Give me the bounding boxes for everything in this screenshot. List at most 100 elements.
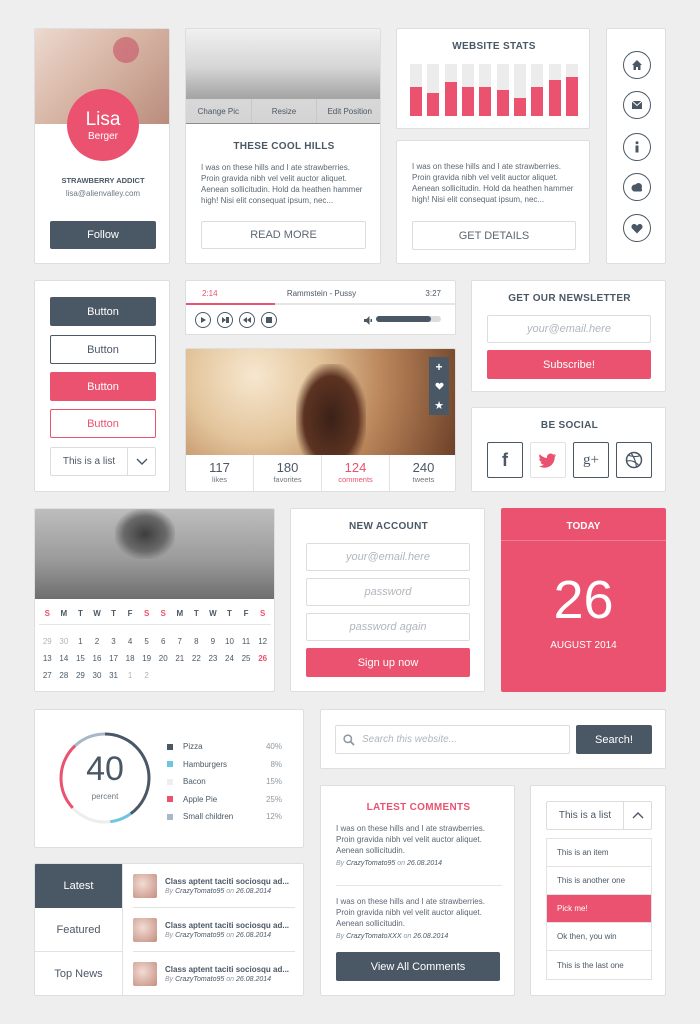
calendar-day[interactable]: 14 bbox=[56, 650, 73, 667]
stop-icon[interactable] bbox=[261, 312, 277, 328]
post-item[interactable]: Class aptent taciti sociosqu ad... By Cr… bbox=[133, 952, 295, 995]
view-all-comments-button[interactable]: View All Comments bbox=[336, 952, 500, 981]
post-author[interactable]: CrazyTomato95 bbox=[175, 888, 224, 895]
chevron-up-icon[interactable] bbox=[624, 802, 651, 829]
button-outline-pink[interactable]: Button bbox=[50, 409, 156, 438]
account-password-again-input[interactable]: password again bbox=[306, 613, 470, 641]
newsletter-email-input[interactable]: your@email.here bbox=[487, 315, 651, 343]
calendar-day[interactable]: 7 bbox=[172, 633, 189, 650]
comment-author[interactable]: CrazyTomatoXXX bbox=[346, 933, 401, 940]
calendar-day[interactable]: 4 bbox=[122, 633, 139, 650]
twitter-icon[interactable] bbox=[530, 442, 566, 478]
calendar-day[interactable]: 2 bbox=[138, 667, 155, 684]
volume-icon[interactable] bbox=[363, 314, 373, 326]
calendar-day[interactable]: 1 bbox=[122, 667, 139, 684]
calendar-day[interactable]: 10 bbox=[221, 633, 238, 650]
post-title[interactable]: Class aptent taciti sociosqu ad... bbox=[165, 877, 289, 886]
dropdown-item[interactable]: This is the last one bbox=[547, 951, 651, 979]
calendar-day[interactable]: 19 bbox=[138, 650, 155, 667]
forward-icon[interactable] bbox=[217, 312, 233, 328]
favorites-stat[interactable]: 180 favorites bbox=[254, 455, 322, 491]
calendar-day[interactable]: 26 bbox=[254, 650, 271, 667]
search-input[interactable]: Search this website... bbox=[335, 725, 570, 754]
dropdown-item[interactable]: Ok then, you win bbox=[547, 923, 651, 951]
comment-author[interactable]: CrazyTomato95 bbox=[346, 860, 395, 867]
post-title[interactable]: Class aptent taciti sociosqu ad... bbox=[165, 965, 289, 974]
post-author[interactable]: CrazyTomato95 bbox=[175, 932, 224, 939]
calendar-day[interactable]: 1 bbox=[72, 633, 89, 650]
facebook-icon[interactable]: f bbox=[487, 442, 523, 478]
calendar-day[interactable]: 11 bbox=[238, 633, 255, 650]
resize-tab[interactable]: Resize bbox=[252, 99, 318, 123]
calendar-day[interactable]: 22 bbox=[188, 650, 205, 667]
star-icon[interactable]: ★ bbox=[429, 396, 449, 415]
tab-latest[interactable]: Latest bbox=[35, 864, 122, 908]
calendar-day[interactable]: 21 bbox=[172, 650, 189, 667]
get-details-button[interactable]: GET DETAILS bbox=[412, 221, 576, 250]
calendar-day[interactable]: 18 bbox=[122, 650, 139, 667]
follow-button[interactable]: Follow bbox=[50, 221, 156, 249]
account-email-input[interactable]: your@email.here bbox=[306, 543, 470, 571]
account-password-input[interactable]: password bbox=[306, 578, 470, 606]
calendar-day[interactable]: 25 bbox=[238, 650, 255, 667]
calendar-day[interactable]: 27 bbox=[39, 667, 56, 684]
button-dark[interactable]: Button bbox=[50, 297, 156, 326]
dribbble-icon[interactable] bbox=[616, 442, 652, 478]
post-author[interactable]: CrazyTomato95 bbox=[175, 976, 224, 983]
calendar-day[interactable]: 20 bbox=[155, 650, 172, 667]
tab-top-news[interactable]: Top News bbox=[35, 952, 122, 995]
calendar-day[interactable]: 9 bbox=[205, 633, 222, 650]
likes-stat[interactable]: 117 likes bbox=[186, 455, 254, 491]
edit-position-tab[interactable]: Edit Position bbox=[317, 99, 380, 123]
calendar-day[interactable]: 16 bbox=[89, 650, 106, 667]
heart-icon[interactable] bbox=[623, 214, 651, 242]
change-pic-tab[interactable]: Change Pic bbox=[186, 99, 252, 123]
calendar-day[interactable]: 28 bbox=[56, 667, 73, 684]
calendar-day[interactable]: 30 bbox=[89, 667, 106, 684]
chevron-down-icon[interactable] bbox=[128, 448, 155, 475]
calendar-day[interactable]: 29 bbox=[39, 633, 56, 650]
google-plus-icon[interactable]: g+ bbox=[573, 442, 609, 478]
mail-icon[interactable] bbox=[623, 91, 651, 119]
dropdown-item[interactable]: Pick me! bbox=[547, 895, 651, 923]
comments-stat[interactable]: 124 comments bbox=[322, 455, 390, 491]
calendar-day[interactable]: 3 bbox=[105, 633, 122, 650]
calendar-day[interactable]: 12 bbox=[254, 633, 271, 650]
calendar-day[interactable]: 24 bbox=[221, 650, 238, 667]
calendar-day[interactable]: 15 bbox=[72, 650, 89, 667]
player-progress-track[interactable] bbox=[186, 303, 455, 305]
post-item[interactable]: Class aptent taciti sociosqu ad... By Cr… bbox=[133, 908, 295, 952]
sign-up-button[interactable]: Sign up now bbox=[306, 648, 470, 677]
plus-icon[interactable]: + bbox=[429, 357, 449, 376]
cloud-icon[interactable] bbox=[623, 173, 651, 201]
subscribe-button[interactable]: Subscribe! bbox=[487, 350, 651, 379]
calendar-day[interactable]: 31 bbox=[105, 667, 122, 684]
post-title[interactable]: Class aptent taciti sociosqu ad... bbox=[165, 921, 289, 930]
search-button[interactable]: Search! bbox=[576, 725, 652, 754]
list-select[interactable]: This is a list bbox=[50, 447, 156, 476]
calendar-day[interactable]: 23 bbox=[205, 650, 222, 667]
heart-icon[interactable] bbox=[429, 376, 449, 395]
dropdown-item[interactable]: This is another one bbox=[547, 867, 651, 895]
calendar-day[interactable]: 29 bbox=[72, 667, 89, 684]
dropdown-item[interactable]: This is an item bbox=[547, 839, 651, 867]
button-pink[interactable]: Button bbox=[50, 372, 156, 401]
calendar-day[interactable]: 13 bbox=[39, 650, 56, 667]
calendar-day[interactable]: 17 bbox=[105, 650, 122, 667]
info-icon[interactable] bbox=[623, 133, 651, 161]
read-more-button[interactable]: READ MORE bbox=[201, 221, 366, 249]
calendar-day[interactable]: 5 bbox=[138, 633, 155, 650]
calendar-day[interactable]: 8 bbox=[188, 633, 205, 650]
button-outline[interactable]: Button bbox=[50, 335, 156, 364]
calendar-day[interactable]: 30 bbox=[56, 633, 73, 650]
post-item[interactable]: Class aptent taciti sociosqu ad... By Cr… bbox=[133, 864, 295, 908]
calendar-day[interactable]: 2 bbox=[89, 633, 106, 650]
play-icon[interactable] bbox=[195, 312, 211, 328]
calendar-day[interactable]: 6 bbox=[155, 633, 172, 650]
dropdown-select[interactable]: This is a list bbox=[546, 801, 652, 830]
tweets-stat[interactable]: 240 tweets bbox=[390, 455, 455, 491]
volume-slider[interactable] bbox=[376, 316, 441, 322]
rewind-icon[interactable] bbox=[239, 312, 255, 328]
tab-featured[interactable]: Featured bbox=[35, 908, 122, 952]
home-icon[interactable] bbox=[623, 51, 651, 79]
